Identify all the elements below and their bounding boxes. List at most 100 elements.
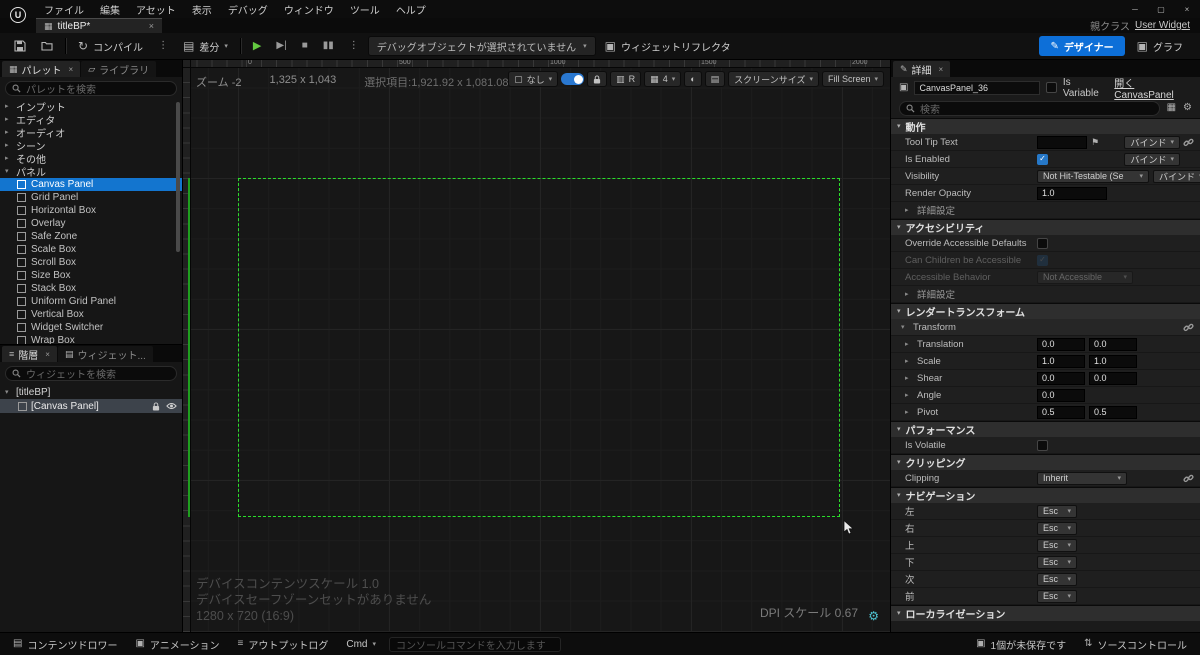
details-search-input[interactable]: 検索 <box>899 100 1160 116</box>
shear-y-input[interactable]: 0.0 <box>1089 371 1137 385</box>
resize-cursor[interactable] <box>843 520 854 536</box>
display-filter-icon[interactable]: ▦ <box>1167 103 1176 113</box>
lock-icon[interactable] <box>152 401 160 411</box>
visibility-bind-dropdown[interactable]: バインド▾ <box>1153 169 1200 183</box>
tab-titlebp[interactable]: ▦ titleBP* × <box>36 18 162 33</box>
close-tab-icon[interactable]: × <box>69 65 74 74</box>
palette-search-input[interactable]: パレットを検索 <box>5 81 177 96</box>
unreal-logo-icon[interactable]: U <box>7 3 29 27</box>
resize-mode-button[interactable]: ▥ R <box>610 71 642 87</box>
fill-screen-dropdown[interactable]: Fill Screen ▾ <box>821 71 884 87</box>
chain-link-icon[interactable] <box>1182 473 1194 484</box>
palette-item[interactable]: Size Box <box>0 269 182 282</box>
navigation-rule-dropdown[interactable]: Esc ▾ <box>1037 572 1077 586</box>
tab-library[interactable]: ▱ ライブラリ <box>81 61 157 77</box>
chain-link-icon[interactable] <box>1182 322 1194 333</box>
section-performance[interactable]: ▾ パフォーマンス <box>891 421 1200 437</box>
preview-toggle[interactable] <box>561 73 585 85</box>
palette-item[interactable]: Wrap Box <box>0 334 182 344</box>
source-control-button[interactable]: ⇅ ソースコントロール <box>1075 637 1196 652</box>
menu-item[interactable]: ツール <box>342 0 388 18</box>
dpi-settings-gear-icon[interactable]: ⚙ <box>868 610 879 622</box>
visibility-dropdown[interactable]: Not Hit-Testable (Se ▾ <box>1037 169 1149 183</box>
close-tab-icon[interactable]: × <box>149 21 154 31</box>
details-settings-gear-icon[interactable]: ⚙ <box>1183 103 1192 113</box>
widget-name-input[interactable]: CanvasPanel_36 <box>914 80 1040 95</box>
grid-snap-button[interactable]: ▦ 4 ▾ <box>644 71 682 87</box>
is-enabled-checkbox[interactable]: ✓ <box>1037 153 1048 165</box>
localization-preview-button[interactable]: ◐ <box>684 71 702 87</box>
open-canvaspanel-link[interactable]: 開くCanvasPanel <box>1114 75 1192 101</box>
menu-item[interactable]: アセット <box>128 0 184 18</box>
scale-y-input[interactable]: 1.0 <box>1089 354 1137 368</box>
diff-dropdown[interactable]: ▤ 差分 ▾ <box>177 36 234 56</box>
section-localization[interactable]: ▾ ローカライゼーション <box>891 605 1200 621</box>
palette-item[interactable]: Safe Zone <box>0 230 182 243</box>
flag-icon[interactable]: ⚑ <box>1091 137 1099 147</box>
clipping-dropdown[interactable]: Inherit ▾ <box>1037 471 1127 485</box>
save-button[interactable] <box>8 36 32 56</box>
section-clipping[interactable]: ▾ クリッピング <box>891 454 1200 470</box>
pivot-x-input[interactable]: 0.5 <box>1037 405 1085 419</box>
designer-mode-button[interactable]: ✎ デザイナー <box>1039 36 1125 56</box>
navigation-rule-dropdown[interactable]: Esc ▾ <box>1037 538 1077 552</box>
section-render-transform[interactable]: ▾ レンダートランスフォーム <box>891 303 1200 319</box>
menu-item[interactable]: ヘルプ <box>388 0 434 18</box>
render-opacity-input[interactable]: 1.0 <box>1037 186 1107 200</box>
navigation-rule-dropdown[interactable]: Esc ▾ <box>1037 521 1077 535</box>
compile-button[interactable]: ↻ コンパイル <box>72 36 149 56</box>
compile-options-button[interactable]: ⋮ <box>152 36 174 56</box>
palette-item[interactable]: Widget Switcher <box>0 321 182 334</box>
lock-widgets-button[interactable] <box>587 71 608 87</box>
browse-asset-button[interactable] <box>35 36 59 56</box>
visibility-eye-icon[interactable] <box>166 402 177 410</box>
row-accessibility-advanced[interactable]: ▸ 詳細設定 <box>891 286 1200 303</box>
palette-category-panel[interactable]: ▾ パネル <box>0 165 182 179</box>
menu-item[interactable]: ウィンドウ <box>276 0 342 18</box>
play-button[interactable]: ▶ <box>247 36 267 56</box>
pause-button[interactable]: ▮▮ <box>317 36 340 56</box>
row-behavior-advanced[interactable]: ▸ 詳細設定 <box>891 202 1200 219</box>
screen-size-dropdown[interactable]: スクリーンサイズ ▾ <box>728 71 819 87</box>
scale-x-input[interactable]: 1.0 <box>1037 354 1085 368</box>
translation-x-input[interactable]: 0.0 <box>1037 337 1085 351</box>
navigation-rule-dropdown[interactable]: Esc ▾ <box>1037 589 1077 603</box>
tooltip-bind-dropdown[interactable]: バインド ▾ <box>1124 135 1180 149</box>
close-tab-icon[interactable]: × <box>45 350 50 359</box>
console-command-input[interactable]: コンソールコマンドを入力します <box>389 636 561 652</box>
section-behavior[interactable]: ▾ 動作 <box>891 118 1200 134</box>
row-transform-header[interactable]: ▾ Transform <box>891 319 1200 336</box>
chain-link-icon[interactable] <box>1182 137 1194 148</box>
is-volatile-checkbox[interactable] <box>1037 439 1048 451</box>
is-enabled-bind-dropdown[interactable]: バインド ▾ <box>1124 152 1180 166</box>
palette-item[interactable]: Stack Box <box>0 282 182 295</box>
output-log-button[interactable]: ≡ アウトプットログ <box>229 633 338 655</box>
content-drawer-button[interactable]: ▤ コンテンツドロワー <box>4 633 126 655</box>
flow-direction-button[interactable]: ▤ <box>704 71 726 87</box>
translation-y-input[interactable]: 0.0 <box>1089 337 1137 351</box>
widget-reflector-button[interactable]: ▣ ウィジェットリフレクタ <box>599 36 737 56</box>
override-accessible-checkbox[interactable] <box>1037 237 1048 249</box>
selected-widget-outline[interactable] <box>238 178 840 517</box>
menu-item[interactable]: デバッグ <box>220 0 276 18</box>
palette-item[interactable]: Horizontal Box <box>0 204 182 217</box>
palette-item[interactable]: Scale Box <box>0 243 182 256</box>
menu-item[interactable]: ファイル <box>36 0 92 18</box>
minimize-button[interactable]: ─ <box>1122 0 1148 18</box>
section-navigation[interactable]: ▾ ナビゲーション <box>891 487 1200 503</box>
tooltip-text-input[interactable] <box>1037 135 1087 149</box>
section-accessibility[interactable]: ▾ アクセシビリティ <box>891 219 1200 235</box>
angle-input[interactable]: 0.0 <box>1037 388 1085 402</box>
stop-button[interactable]: ■ <box>296 36 314 56</box>
canvas-area[interactable] <box>191 68 890 632</box>
palette-item[interactable]: Grid Panel <box>0 191 182 204</box>
parent-class-link[interactable]: User Widget <box>1135 20 1190 31</box>
maximize-button[interactable]: ▢ <box>1148 0 1174 18</box>
cmd-dropdown[interactable]: Cmd ▾ <box>337 633 385 655</box>
hierarchy-root-row[interactable]: ▾ [titleBP] <box>0 385 182 399</box>
tab-hierarchy[interactable]: ≡ 階層 × <box>2 346 57 362</box>
tab-palette[interactable]: ▦ パレット × <box>2 61 81 77</box>
is-variable-checkbox[interactable] <box>1045 82 1057 93</box>
can-children-accessible-checkbox[interactable]: ✓ <box>1037 254 1048 266</box>
tab-widgets[interactable]: ▤ ウィジェット... <box>57 346 153 362</box>
